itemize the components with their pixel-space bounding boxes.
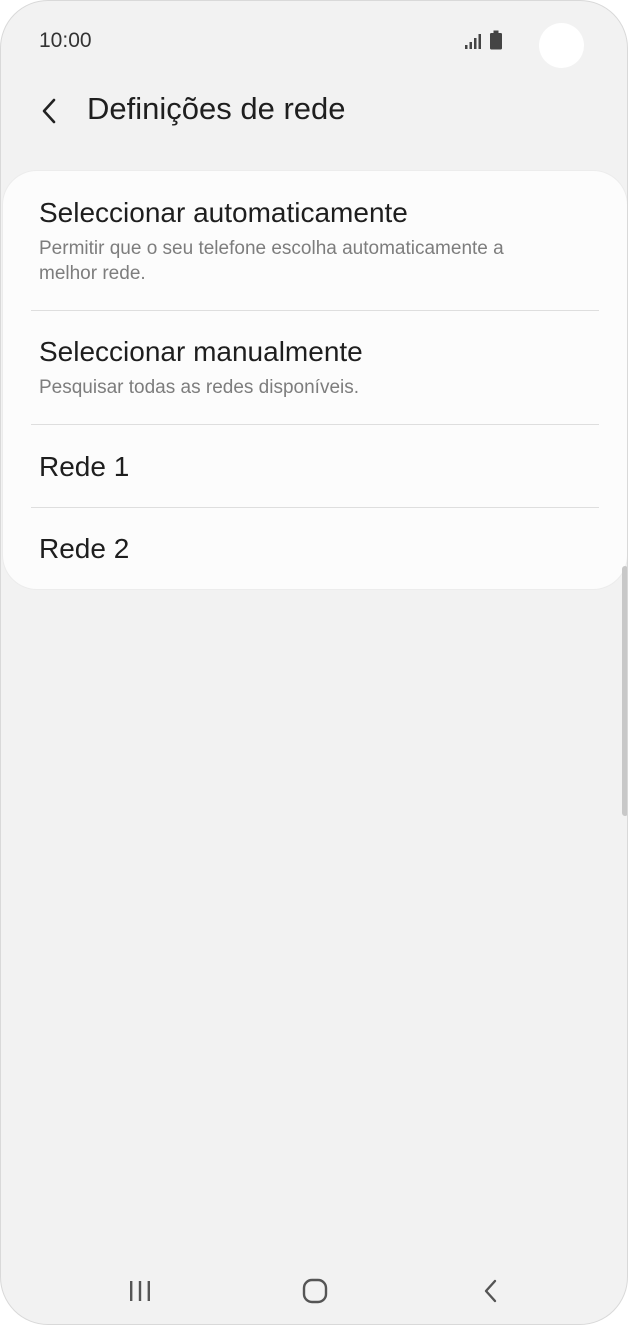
signal-icon xyxy=(465,34,481,49)
option-subtitle: Permitir que o seu telefone escolha auto… xyxy=(39,238,504,284)
recent-apps-button[interactable] xyxy=(110,1271,170,1311)
option-title: Seleccionar automaticamente xyxy=(39,197,408,228)
camera-cutout xyxy=(539,23,584,68)
back-button[interactable] xyxy=(29,89,69,133)
back-icon xyxy=(484,1279,497,1303)
app-header: Definições de rede xyxy=(1,81,627,141)
nav-back-button[interactable] xyxy=(461,1271,521,1311)
option-select-automatically[interactable]: Seleccionar automaticamente Permitir que… xyxy=(31,171,599,310)
network-options-card: Seleccionar automaticamente Permitir que… xyxy=(3,171,627,589)
battery-icon xyxy=(490,30,502,50)
home-button[interactable] xyxy=(285,1271,345,1311)
recent-apps-icon xyxy=(130,1281,150,1301)
home-icon xyxy=(302,1278,328,1304)
navigation-bar xyxy=(1,1251,627,1324)
page-title: Definições de rede xyxy=(87,91,346,126)
network-name: Rede 1 xyxy=(39,451,130,482)
option-select-manually[interactable]: Seleccionar manualmente Pesquisar todas … xyxy=(31,311,599,424)
option-subtitle: Pesquisar todas as redes disponíveis. xyxy=(39,377,360,398)
chevron-left-icon xyxy=(42,98,56,124)
option-title: Seleccionar manualmente xyxy=(39,336,363,367)
scrollbar[interactable] xyxy=(622,566,627,816)
network-name: Rede 2 xyxy=(39,533,130,564)
network-item-rede-2[interactable]: Rede 2 xyxy=(31,508,599,589)
phone-screen: 10:00 Definições de rede Seleccionar aut… xyxy=(0,0,628,1325)
status-time: 10:00 xyxy=(39,29,92,52)
network-item-rede-1[interactable]: Rede 1 xyxy=(31,425,599,507)
status-bar: 10:00 xyxy=(1,1,627,81)
